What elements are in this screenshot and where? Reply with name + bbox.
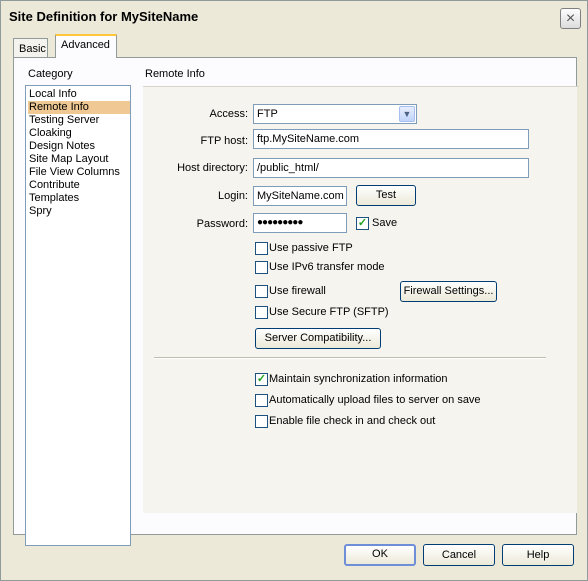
category-item-design-notes[interactable]: Design Notes xyxy=(28,140,130,153)
firewall-settings-button[interactable]: Firewall Settings... xyxy=(400,281,497,302)
server-compatibility-button[interactable]: Server Compatibility... xyxy=(255,328,381,349)
access-label: Access: xyxy=(209,108,248,120)
login-label: Login: xyxy=(218,190,248,202)
category-item-site-map-layout[interactable]: Site Map Layout xyxy=(28,153,130,166)
close-icon: × xyxy=(565,10,576,27)
category-item-file-view-columns[interactable]: File View Columns xyxy=(28,166,130,179)
category-item-local-info[interactable]: Local Info xyxy=(28,88,130,101)
category-label: Category xyxy=(28,68,73,80)
remote-info-panel xyxy=(143,87,577,513)
password-input[interactable]: ●●●●●●●●● xyxy=(253,213,347,233)
save-checkbox[interactable]: ✓ xyxy=(356,217,369,230)
category-item-remote-info[interactable]: Remote Info xyxy=(28,101,130,114)
category-item-cloaking[interactable]: Cloaking xyxy=(28,127,130,140)
tab-basic[interactable]: Basic xyxy=(13,38,48,58)
checkin-checkbox[interactable] xyxy=(255,415,268,428)
sftp-label: Use Secure FTP (SFTP) xyxy=(269,306,389,318)
tab-advanced[interactable]: Advanced xyxy=(55,34,117,58)
sftp-checkbox[interactable] xyxy=(255,306,268,319)
maintain-sync-label: Maintain synchronization information xyxy=(269,373,448,385)
category-item-testing-server[interactable]: Testing Server xyxy=(28,114,130,127)
category-item-contribute[interactable]: Contribute xyxy=(28,179,130,192)
maintain-sync-checkbox[interactable]: ✓ xyxy=(255,373,268,386)
access-select[interactable]: FTP ▼ xyxy=(253,104,417,124)
chevron-down-icon[interactable]: ▼ xyxy=(399,106,415,122)
category-item-spry[interactable]: Spry xyxy=(28,205,130,218)
ipv6-label: Use IPv6 transfer mode xyxy=(269,261,385,273)
test-button[interactable]: Test xyxy=(356,185,416,206)
divider xyxy=(154,357,546,359)
passive-ftp-label: Use passive FTP xyxy=(269,242,353,254)
check-icon: ✓ xyxy=(256,373,267,385)
save-label: Save xyxy=(372,217,398,229)
check-icon: ✓ xyxy=(357,217,368,229)
host-directory-input[interactable]: /public_html/ xyxy=(253,158,529,178)
category-item-templates[interactable]: Templates xyxy=(28,192,130,205)
cancel-button[interactable]: Cancel xyxy=(423,544,495,566)
firewall-label: Use firewall xyxy=(269,285,326,297)
window-title: Site Definition for MySiteName xyxy=(9,9,199,24)
ftp-host-input[interactable]: ftp.MySiteName.com xyxy=(253,129,529,149)
passive-ftp-checkbox[interactable] xyxy=(255,242,268,255)
firewall-checkbox[interactable] xyxy=(255,285,268,298)
ftp-host-label: FTP host: xyxy=(200,135,248,147)
login-input[interactable]: MySiteName.com xyxy=(253,186,347,206)
site-definition-dialog: Site Definition for MySiteName × Basic A… xyxy=(0,0,588,581)
close-button[interactable]: × xyxy=(560,8,581,29)
host-directory-label: Host directory: xyxy=(177,162,248,174)
access-value: FTP xyxy=(257,108,278,120)
ok-button[interactable]: OK xyxy=(344,544,416,566)
ipv6-checkbox[interactable] xyxy=(255,261,268,274)
checkin-label: Enable file check in and check out xyxy=(269,415,436,427)
auto-upload-label: Automatically upload files to server on … xyxy=(269,394,481,406)
section-title: Remote Info xyxy=(145,68,205,80)
password-label: Password: xyxy=(196,218,248,230)
auto-upload-checkbox[interactable] xyxy=(255,394,268,407)
category-list: Local Info Remote Info Testing Server Cl… xyxy=(25,85,131,546)
title-bar: Site Definition for MySiteName × xyxy=(1,1,587,31)
help-button[interactable]: Help xyxy=(502,544,574,566)
